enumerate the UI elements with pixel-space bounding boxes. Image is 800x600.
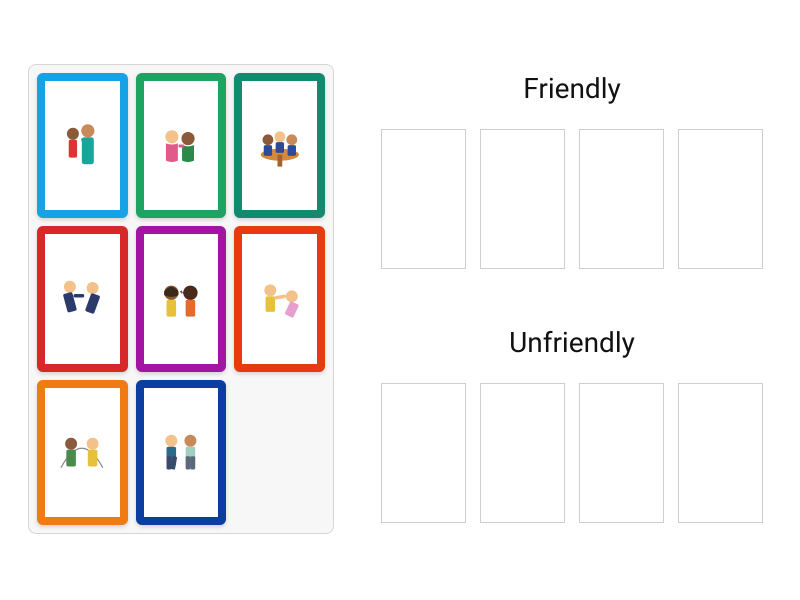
card-illustration	[45, 388, 120, 517]
unfriendly-slots	[378, 383, 766, 523]
drop-slot[interactable]	[381, 129, 466, 269]
card-illustration	[45, 234, 120, 363]
card-illustration	[242, 81, 317, 210]
drop-slot[interactable]	[579, 129, 664, 269]
card-illustration	[144, 81, 219, 210]
option-unfriendly: Unfriendly	[378, 326, 766, 523]
card-illustration	[45, 81, 120, 210]
card-illustration	[144, 234, 219, 363]
card-walking-away[interactable]	[136, 380, 227, 525]
drop-slot[interactable]	[678, 383, 763, 523]
option-unfriendly-title: Unfriendly	[378, 326, 766, 359]
card-jump-rope[interactable]	[37, 380, 128, 525]
option-friendly: Friendly	[378, 72, 766, 269]
drop-slot[interactable]	[678, 129, 763, 269]
card-illustration	[242, 234, 317, 363]
card-yelling[interactable]	[136, 226, 227, 371]
card-consoling-friend[interactable]	[136, 73, 227, 218]
drop-slot[interactable]	[381, 383, 466, 523]
drop-slot[interactable]	[480, 129, 565, 269]
option-friendly-title: Friendly	[378, 72, 766, 105]
card-hitting[interactable]	[234, 226, 325, 371]
card-comforting-hug[interactable]	[37, 73, 128, 218]
source-card-panel	[28, 64, 334, 534]
friendly-slots	[378, 129, 766, 269]
drop-slot[interactable]	[480, 383, 565, 523]
card-pushing[interactable]	[37, 226, 128, 371]
card-illustration	[144, 388, 219, 517]
drop-slot[interactable]	[579, 383, 664, 523]
card-eating-together[interactable]	[234, 73, 325, 218]
